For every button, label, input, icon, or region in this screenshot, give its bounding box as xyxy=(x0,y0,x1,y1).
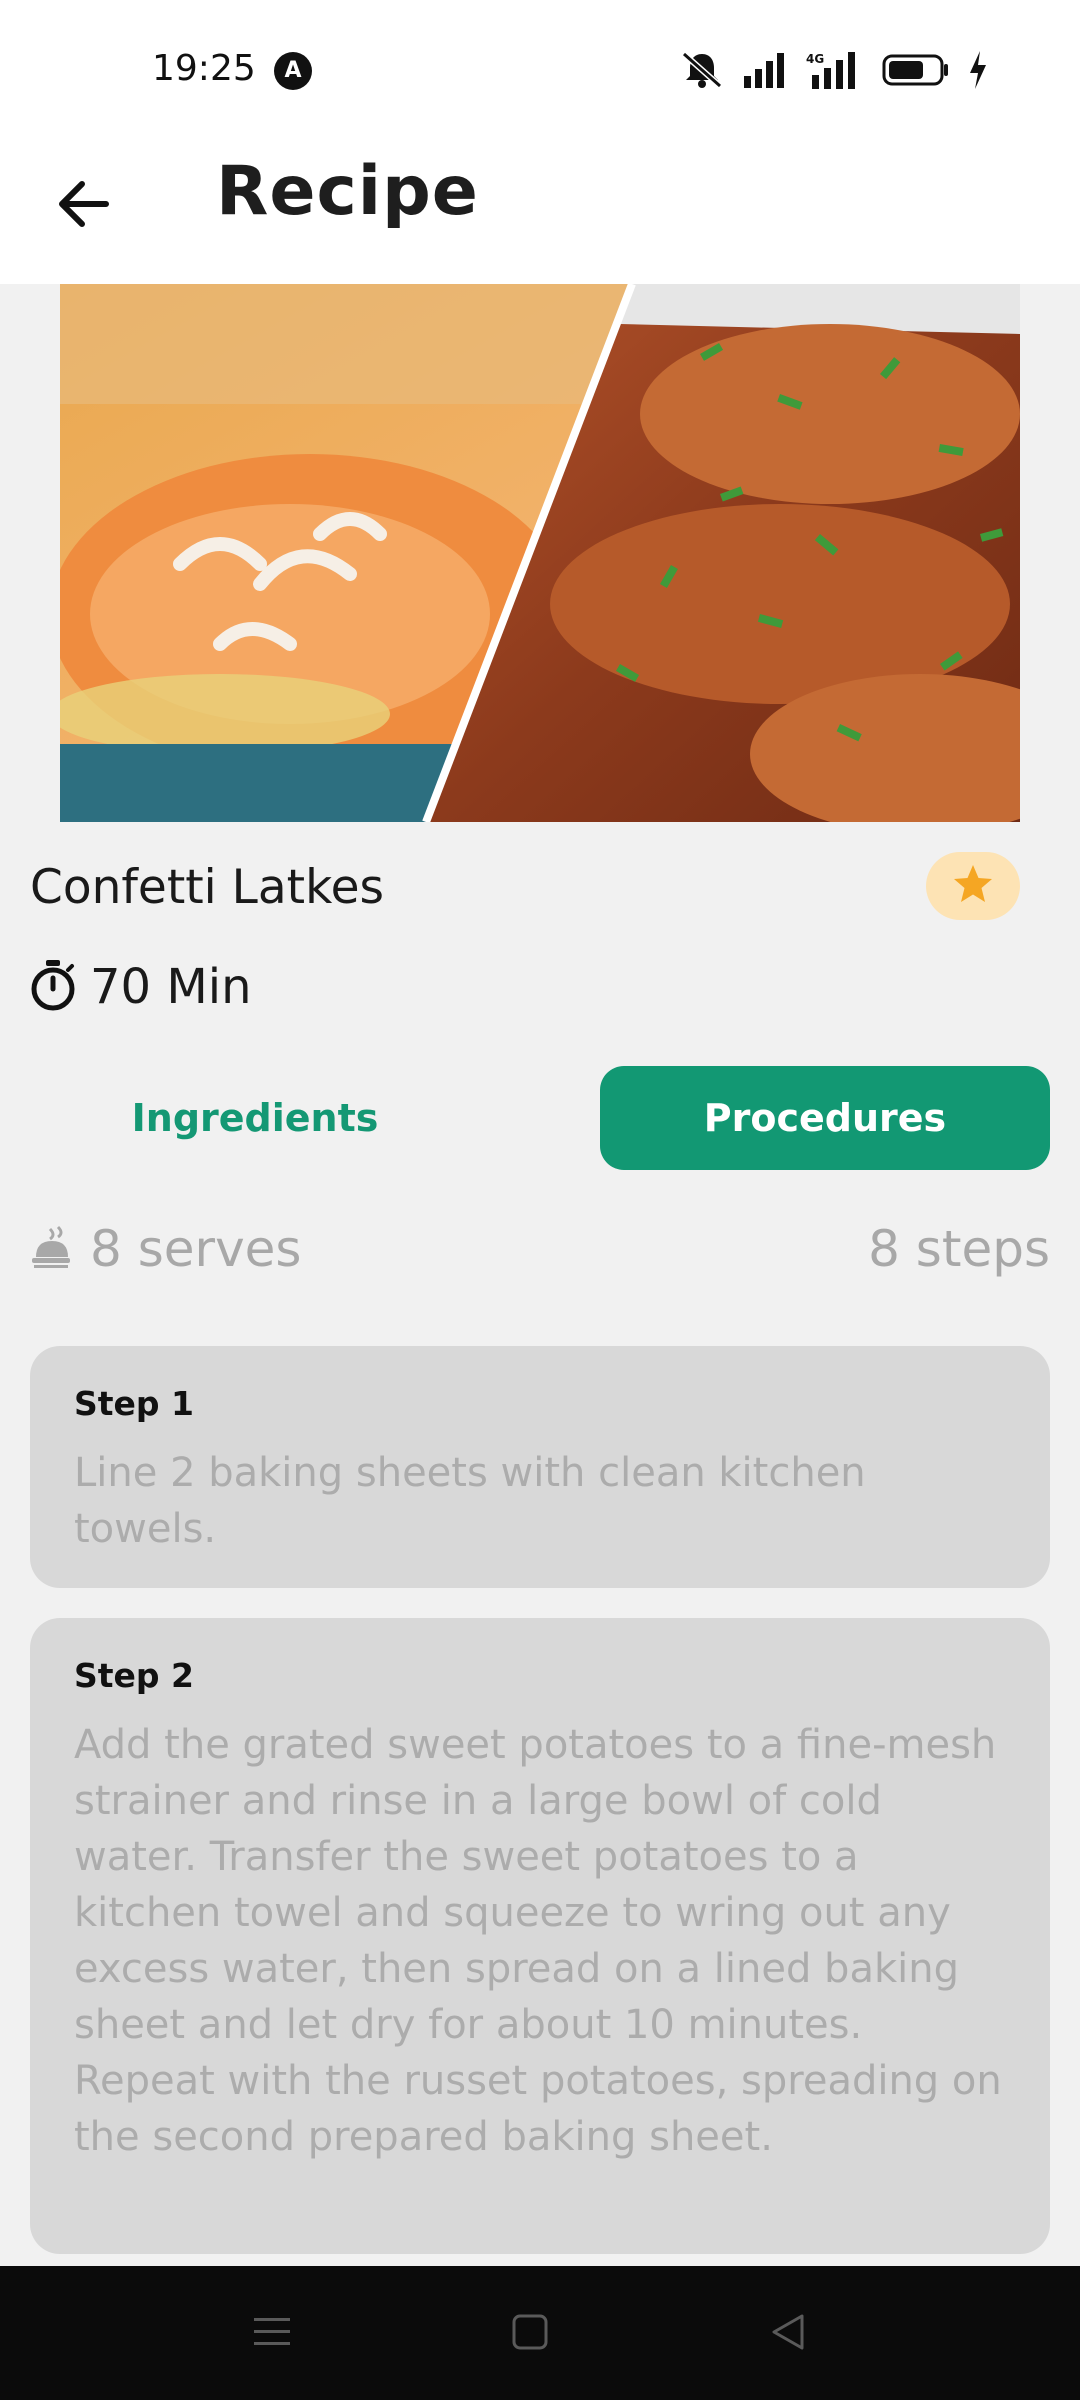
status-bar: 19:25 A 4G xyxy=(0,0,1080,142)
signal-icon xyxy=(742,52,786,88)
recipe-image xyxy=(60,284,1020,822)
stopwatch-icon xyxy=(30,958,76,1016)
recipe-name: Confetti Latkes xyxy=(30,860,385,915)
home-square-icon xyxy=(510,2312,550,2356)
serves-info: 8 serves xyxy=(30,1220,301,1278)
serves-text: 8 serves xyxy=(90,1220,302,1278)
page-title: Recipe xyxy=(216,152,479,231)
step-title: Step 2 xyxy=(74,1656,194,1695)
back-triangle-icon xyxy=(768,2312,808,2356)
back-button[interactable] xyxy=(44,166,124,246)
nav-menu-button[interactable] xyxy=(242,2304,302,2364)
step-card: Step 1 Line 2 baking sheets with clean k… xyxy=(30,1346,1050,1588)
status-icons: 4G xyxy=(680,50,988,90)
app-bar: Recipe xyxy=(0,142,1080,284)
favorite-button[interactable] xyxy=(926,852,1020,920)
4g-signal-icon: 4G xyxy=(804,51,864,89)
steps-count: 8 steps xyxy=(868,1220,1050,1278)
nav-home-button[interactable] xyxy=(500,2304,560,2364)
charging-icon xyxy=(968,51,988,89)
tab-procedures[interactable]: Procedures xyxy=(600,1066,1050,1170)
system-nav-bar xyxy=(0,2266,1080,2400)
step-text: Line 2 baking sheets with clean kitchen … xyxy=(74,1450,866,1552)
nav-back-button[interactable] xyxy=(758,2304,818,2364)
cook-time: 70 Min xyxy=(30,958,252,1016)
menu-icon xyxy=(252,2314,292,2354)
arrow-left-icon xyxy=(56,178,112,234)
mute-bell-icon xyxy=(680,50,724,90)
serving-dish-icon xyxy=(30,1225,72,1273)
step-card: Step 2 Add the grated sweet potatoes to … xyxy=(30,1618,1050,2254)
cook-time-text: 70 Min xyxy=(90,959,252,1015)
tab-ingredients[interactable]: Ingredients xyxy=(30,1066,480,1170)
svg-text:4G: 4G xyxy=(806,52,824,66)
step-text: Add the grated sweet potatoes to a fine-… xyxy=(74,1722,1002,2160)
battery-icon xyxy=(882,53,950,87)
step-title: Step 1 xyxy=(74,1384,194,1423)
star-icon xyxy=(951,863,995,909)
status-time: 19:25 xyxy=(152,48,256,89)
app-notification-icon: A xyxy=(274,52,312,90)
